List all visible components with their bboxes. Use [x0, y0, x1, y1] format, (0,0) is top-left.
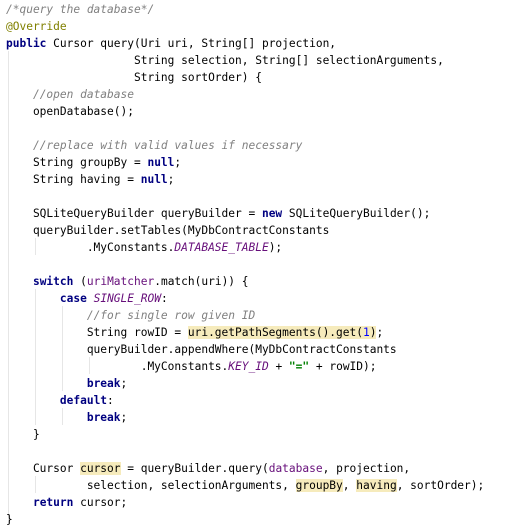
token-keyword: null [140, 173, 168, 186]
code-line[interactable]: //replace with valid values if necessary [6, 137, 302, 154]
token-text: : [160, 292, 168, 305]
code-line[interactable]: /*query the database*/ [6, 1, 154, 18]
code-line[interactable]: queryBuilder.setTables(MyDbContractConst… [6, 222, 329, 239]
code-line[interactable]: .MyConstants.DATABASE_TABLE); [6, 239, 282, 256]
code-line[interactable]: public Cursor query(Uri uri, String[] pr… [6, 35, 336, 52]
token-annotation: @Override [6, 20, 67, 33]
token-text: cursor; [73, 496, 128, 509]
token-text: Cursor [6, 462, 81, 475]
token-text: selection, selectionArguments, [6, 479, 296, 492]
code-line[interactable]: @Override [6, 18, 67, 35]
token-text: queryBuilder.setTables(MyDbContractConst… [6, 224, 330, 237]
token-keyword: public [6, 37, 47, 50]
token-keyword: null [147, 156, 175, 169]
token-field: database [268, 462, 323, 475]
token-keyword: break [86, 377, 121, 390]
token-text: SQLiteQueryBuilder queryBuilder = [6, 207, 262, 220]
code-line[interactable]: break; [6, 409, 127, 426]
token-highlight: groupBy [295, 479, 343, 492]
token-keyword: case [59, 292, 87, 305]
token-static-field: DATABASE_TABLE [174, 241, 269, 254]
token-text: String rowID = [6, 326, 188, 339]
token-highlight: uri.getPathSegments().get( [187, 326, 363, 339]
token-text: .match(uri)) { [154, 275, 249, 288]
token-text: , sortOrder); [396, 479, 485, 492]
token-text: } [6, 513, 13, 526]
code-line[interactable]: .MyConstants.KEY_ID + "=" + rowID); [6, 358, 377, 375]
token-string: "=" [288, 360, 310, 373]
token-text: } [6, 428, 40, 441]
token-keyword: switch [32, 275, 74, 288]
token-keyword: break [86, 411, 121, 424]
code-line[interactable]: String sortOrder) { [6, 69, 262, 86]
token-text: openDatabase(); [6, 105, 134, 118]
code-line[interactable]: String selection, String[] selectionArgu… [6, 52, 444, 69]
code-line[interactable]: Cursor cursor = queryBuilder.query(datab… [6, 460, 410, 477]
code-line[interactable]: openDatabase(); [6, 103, 134, 120]
code-line[interactable]: //open database [6, 86, 134, 103]
token-text: .MyConstants. [6, 241, 175, 254]
token-keyword: return [32, 496, 74, 509]
token-text: = queryBuilder.query( [120, 462, 269, 475]
token-text: Cursor query(Uri uri, String[] projectio… [46, 37, 337, 50]
token-text: ); [268, 241, 283, 254]
code-line[interactable]: break; [6, 375, 127, 392]
code-line[interactable]: queryBuilder.appendWhere(MyDbContractCon… [6, 341, 397, 358]
code-line[interactable]: SQLiteQueryBuilder queryBuilder = new SQ… [6, 205, 430, 222]
token-keyword: new [261, 207, 283, 220]
code-line[interactable]: } [6, 511, 13, 528]
token-static-field: KEY_ID [228, 360, 269, 373]
token-text: String selection, String[] selectionArgu… [6, 54, 444, 67]
code-line[interactable]: selection, selectionArguments, groupBy , … [6, 477, 484, 494]
token-text: , [342, 479, 357, 492]
token-text: ; [174, 156, 182, 169]
token-text: queryBuilder.appendWhere(MyDbContractCon… [6, 343, 397, 356]
token-text: ; [120, 377, 128, 390]
token-number-highlight: 1 [362, 326, 370, 339]
token-text: String sortOrder) { [6, 71, 262, 84]
token-text: ; [120, 411, 128, 424]
token-text: : [107, 394, 114, 407]
token-highlight: cursor [80, 462, 121, 475]
token-text: + rowID); [309, 360, 377, 373]
token-text: , projection, [322, 462, 411, 475]
token-text: String groupBy = [6, 156, 148, 169]
code-line[interactable]: String groupBy = null; [6, 154, 181, 171]
token-text: ( [73, 275, 87, 288]
token-text: ; [376, 326, 384, 339]
code-line[interactable]: default: [6, 392, 114, 409]
token-comment: //for single row given ID [86, 309, 256, 322]
token-text: SQLiteQueryBuilder(); [282, 207, 431, 220]
code-editor[interactable]: /*query the database*/ @Override public Cu… [0, 0, 507, 532]
token-highlight: having [356, 479, 397, 492]
token-keyword: default [59, 394, 108, 407]
code-line[interactable]: } [6, 426, 40, 443]
code-line[interactable]: String rowID = uri.getPathSegments().get… [6, 324, 383, 341]
token-text: ; [167, 173, 175, 186]
token-comment: //open database [32, 88, 134, 101]
code-line[interactable]: //for single row given ID [6, 307, 255, 324]
token-comment: //replace with valid values if necessary [32, 139, 303, 152]
token-text: + [268, 360, 289, 373]
token-text: String having = [6, 173, 141, 186]
token-static-field: SINGLE_ROW [93, 292, 161, 305]
token-comment: /*query the database*/ [6, 3, 155, 16]
code-line[interactable]: return cursor; [6, 494, 127, 511]
token-field: uriMatcher [86, 275, 155, 288]
code-line[interactable]: switch (uriMatcher.match(uri)) { [6, 273, 249, 290]
token-text: .MyConstants. [6, 360, 229, 373]
code-line[interactable]: String having = null; [6, 171, 174, 188]
code-line[interactable]: case SINGLE_ROW: [6, 290, 168, 307]
